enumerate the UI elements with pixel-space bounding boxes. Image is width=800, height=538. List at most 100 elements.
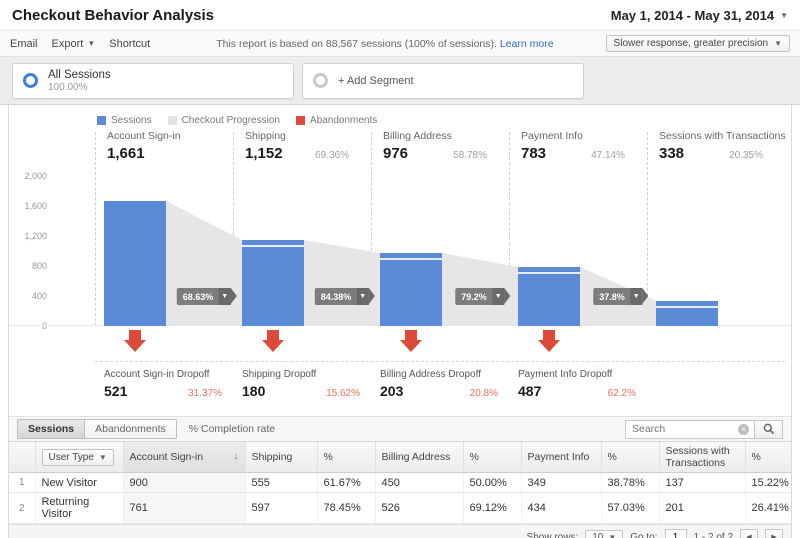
col-header-account-signin[interactable]: Account Sign-in ↓ [122, 442, 245, 473]
stage-count: 783 [521, 145, 547, 162]
cell-shipping: 597 [244, 492, 317, 524]
stage-header-payment: Payment Info 783 47.14% [521, 130, 625, 162]
show-rows-label: Show rows: [526, 531, 579, 538]
cell-account-signin: 761 [122, 492, 245, 524]
sessions-swatch-icon [97, 116, 106, 125]
magnifier-icon [763, 423, 774, 435]
bar-stripe [518, 272, 580, 274]
stage-count: 1,661 [107, 145, 145, 162]
row-number: 1 [9, 472, 35, 493]
col-header-billing[interactable]: Billing Address [374, 442, 463, 473]
tab-sessions[interactable]: Sessions [17, 419, 86, 439]
funnel-bar-0 [104, 201, 166, 326]
dropoff-shipping: Shipping Dropoff 180 15.62% [242, 369, 360, 399]
cell-billing: 450 [374, 472, 463, 493]
abandonments-swatch-icon [295, 116, 305, 125]
transition-rate-badge: 37.8% ▼ [593, 288, 650, 305]
precision-dropdown[interactable]: Slower response, greater precision ▼ [605, 35, 790, 52]
user-type-dropdown[interactable]: User Type ▼ [41, 448, 114, 466]
col-header-transactions[interactable]: Sessions with Transactions [658, 442, 745, 473]
cell-transactions: 137 [658, 472, 745, 493]
bar-stripe [656, 306, 718, 308]
stage-header-account-signin: Account Sign-in 1,661 [107, 130, 181, 162]
search-input[interactable] [625, 419, 755, 439]
stage-percent: 58.78% [453, 150, 487, 161]
col-header-shipping[interactable]: Shipping [244, 442, 317, 473]
abandonment-arrow-icon [538, 330, 560, 352]
completion-rate-label: % Completion rate [188, 423, 276, 435]
dropoff-divider [95, 361, 785, 362]
cell-billing-pct: 69.12% [462, 492, 521, 524]
funnel-bar-3 [518, 267, 580, 326]
stage-count: 1,152 [245, 145, 283, 162]
cell-billing-pct: 50.00% [462, 472, 521, 493]
transition-rate-badge: 84.38% ▼ [314, 288, 376, 305]
clear-search-icon[interactable]: × [738, 423, 749, 435]
stage-percent: 20.35% [729, 150, 763, 161]
next-page-button[interactable]: ▶ [765, 529, 783, 538]
date-range-selector[interactable]: May 1, 2014 - May 31, 2014 ▼ [611, 8, 788, 23]
caret-down-icon: ▼ [608, 532, 617, 538]
caret-down-icon: ▼ [98, 452, 107, 462]
funnel-bar-4 [656, 301, 718, 326]
caret-down-icon: ▼ [629, 288, 643, 305]
row-range: 1 - 2 of 2 [693, 531, 733, 538]
caret-down-icon: ▼ [87, 39, 96, 48]
show-rows-select[interactable]: 10 ▼ [585, 529, 624, 538]
legend-abandonments: Abandonments [295, 115, 377, 126]
cell-payment: 434 [520, 492, 601, 524]
dropoff-percent: 20.8% [469, 388, 498, 399]
progression-swatch-icon [167, 116, 177, 125]
col-header-payment[interactable]: Payment Info [520, 442, 601, 473]
abandonment-arrow-icon [400, 330, 422, 352]
goto-label: Go to: [630, 531, 658, 538]
date-range-text: May 1, 2014 - May 31, 2014 [610, 7, 775, 23]
caret-down-icon: ▼ [780, 10, 788, 20]
stage-header-transactions: Sessions with Transactions 338 20.35% [659, 130, 786, 162]
stage-count: 976 [383, 145, 409, 162]
row-number: 2 [9, 492, 35, 524]
abandonment-arrow-icon [124, 330, 146, 352]
col-header-payment-pct[interactable]: % [600, 442, 659, 473]
caret-down-icon: ▼ [774, 39, 782, 48]
prev-page-button[interactable]: ◀ [740, 529, 758, 538]
segment-percent: 100.00% [48, 81, 88, 93]
bar-stripe [380, 258, 442, 260]
col-header-shipping-pct[interactable]: % [316, 442, 375, 473]
progression-area [304, 240, 380, 326]
dropoff-billing: Billing Address Dropoff 203 20.8% [380, 369, 498, 399]
cell-account-signin: 900 [122, 472, 245, 493]
table-row: 1 New Visitor 900 555 61.67% 450 50.00% … [9, 472, 791, 493]
search-button[interactable] [755, 419, 783, 439]
dropoff-payment: Payment Info Dropoff 487 62.2% [518, 369, 636, 399]
col-header-user-type: User Type ▼ [34, 442, 123, 473]
cell-shipping-pct: 78.45% [316, 492, 375, 524]
shortcut-button[interactable]: Shortcut [109, 38, 150, 50]
col-header-rownum [9, 442, 35, 473]
cell-user-type: Returning Visitor [34, 492, 123, 524]
learn-more-link[interactable]: Learn more [500, 38, 554, 50]
segment-all-sessions[interactable]: All Sessions 100.00% [12, 62, 294, 99]
stage-percent: 47.14% [591, 150, 625, 161]
export-button[interactable]: Export ▼ [52, 38, 96, 50]
tab-abandonments[interactable]: Abandonments [85, 419, 177, 439]
dropoff-percent: 15.62% [326, 388, 360, 399]
dropoff-count: 180 [242, 383, 266, 399]
chart-legend: Sessions Checkout Progression Abandonmen… [97, 115, 791, 126]
user-type-table: User Type ▼ Account Sign-in ↓ Shipping % B… [9, 442, 791, 524]
email-button[interactable]: Email [10, 38, 38, 50]
funnel-plot [9, 176, 791, 326]
add-segment-button[interactable]: + Add Segment [302, 62, 584, 99]
cell-payment: 349 [520, 472, 601, 493]
report-note: This report is based on 88,567 sessions … [216, 37, 554, 50]
caret-down-icon: ▼ [491, 288, 505, 305]
bar-stripe [242, 245, 304, 247]
col-header-billing-pct[interactable]: % [462, 442, 521, 473]
col-header-transactions-pct[interactable]: % [744, 442, 791, 473]
table-header-row: User Type ▼ Account Sign-in ↓ Shipping % B… [9, 442, 791, 473]
cell-shipping-pct: 61.67% [316, 472, 375, 493]
goto-page-input[interactable] [664, 529, 687, 538]
funnel-bar-2 [380, 253, 442, 326]
cell-transactions: 201 [658, 492, 745, 524]
segment-bar: All Sessions 100.00% + Add Segment [0, 57, 800, 105]
